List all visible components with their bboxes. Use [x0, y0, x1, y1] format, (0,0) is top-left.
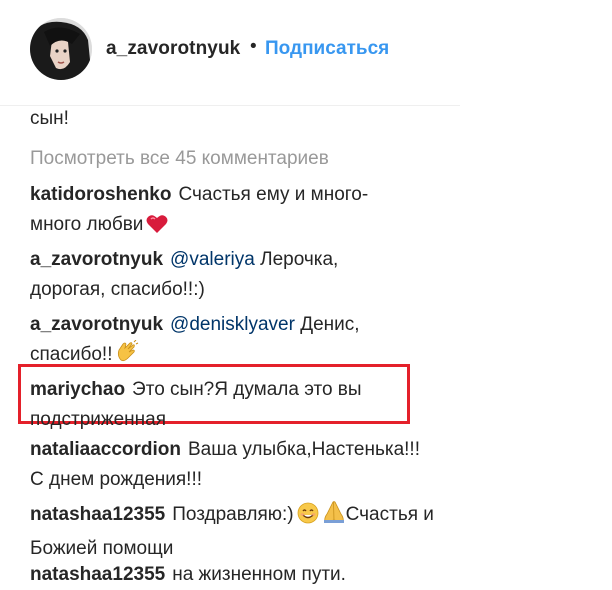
- caption-text: сын!: [30, 108, 69, 129]
- smile-emoji: [297, 502, 319, 534]
- profile-avatar[interactable]: [30, 18, 92, 80]
- post-author-username[interactable]: a_zavorotnyuk: [106, 38, 240, 60]
- praying-hands-emoji: [322, 500, 346, 534]
- comment-username[interactable]: a_zavorotnyuk: [30, 314, 163, 335]
- post-header: a_zavorotnyuk • Подписаться: [0, 0, 460, 106]
- comment-text: на жизненном пути.: [172, 564, 346, 585]
- separator-dot: •: [250, 36, 257, 57]
- comment-username[interactable]: natashaa12355: [30, 504, 165, 525]
- heart-emoji: [146, 214, 168, 244]
- comment-username[interactable]: nataliaaccordion: [30, 439, 181, 460]
- avatar-photo: [30, 18, 92, 80]
- comment-mention[interactable]: @denisklyaver: [170, 314, 295, 335]
- comment-item: natashaa12355 Поздравляю:) Счастья и Божие…: [30, 500, 450, 564]
- comment-mention[interactable]: @valeriya: [170, 249, 255, 270]
- comment-username[interactable]: natashaa12355: [30, 564, 165, 585]
- comment-item: natashaa12355 на жизненном пути.: [30, 560, 450, 590]
- follow-button[interactable]: Подписаться: [265, 38, 389, 60]
- comment-username[interactable]: mariychao: [30, 379, 125, 400]
- view-all-comments-link[interactable]: Посмотреть все 45 комментариев: [30, 148, 329, 170]
- comment-username[interactable]: a_zavorotnyuk: [30, 249, 163, 270]
- comment-username[interactable]: katidoroshenko: [30, 184, 171, 205]
- comment-item: nataliaaccordion Ваша улыбка,Настенька!!!…: [30, 435, 430, 495]
- comment-item: a_zavorotnyuk @valeriya Лерочка, дорогая,…: [30, 245, 390, 305]
- comment-text: Поздравляю:): [172, 504, 294, 525]
- comment-item: katidoroshenko Счастья ему и много-много …: [30, 180, 400, 244]
- comment-item: mariychao Это сын?Я думала это вы подстри…: [30, 375, 390, 435]
